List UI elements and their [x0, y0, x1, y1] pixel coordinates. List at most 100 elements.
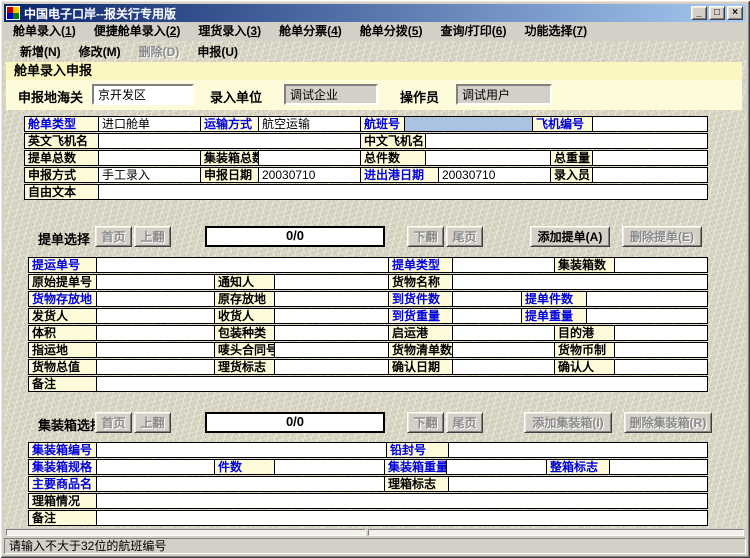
- client-area: 新增(N) 修改(M) 删除(D) 申报(U) 舱单录入申报 申报地海关 京开发…: [4, 41, 746, 528]
- field-value[interactable]: [452, 258, 554, 272]
- toolbar-modify-button[interactable]: 修改(M): [79, 43, 121, 60]
- minimize-button[interactable]: _: [691, 6, 707, 20]
- field-value[interactable]: [96, 275, 214, 289]
- field-value[interactable]: [274, 360, 388, 374]
- bol-selector-label: 提单选择: [38, 229, 90, 248]
- page-title: 舱单录入申报: [6, 62, 742, 80]
- menu-item-text: 功能选择(: [524, 24, 576, 38]
- field-label: 铅封号: [386, 443, 448, 457]
- field-value[interactable]: [96, 460, 214, 474]
- bol-first-button[interactable]: 首页: [95, 226, 132, 247]
- field-value[interactable]: [274, 309, 388, 323]
- field-value[interactable]: [452, 343, 554, 357]
- field-value[interactable]: [274, 326, 388, 340]
- bol-next-button[interactable]: 下翻: [407, 226, 444, 247]
- field-value[interactable]: [96, 511, 707, 525]
- add-container-button[interactable]: 添加集装箱(I): [524, 412, 612, 433]
- add-bol-button[interactable]: 添加提单(A): [530, 226, 610, 247]
- menu-item-manifest-entry[interactable]: 舱单录入(1): [4, 22, 85, 41]
- status-bar-top: [4, 529, 746, 537]
- field-value[interactable]: [96, 360, 214, 374]
- field-value[interactable]: [452, 275, 707, 289]
- field-value[interactable]: [274, 343, 388, 357]
- field-value[interactable]: [592, 168, 707, 182]
- field-value[interactable]: [609, 460, 707, 474]
- container-prev-button[interactable]: 上翻: [134, 412, 171, 433]
- field-value[interactable]: [425, 151, 550, 165]
- field-value[interactable]: [274, 292, 388, 306]
- field-value[interactable]: 20030710: [438, 168, 550, 182]
- table-row: 备注: [28, 376, 708, 392]
- menu-item-manifest-split[interactable]: 舱单分票(4): [270, 22, 351, 41]
- toolbar-new-button[interactable]: 新增(N): [20, 43, 61, 60]
- menu-item-query-print[interactable]: 查询/打印(6): [431, 22, 515, 41]
- field-value[interactable]: [98, 134, 360, 148]
- field-value[interactable]: [448, 477, 707, 491]
- field-value[interactable]: [96, 258, 388, 272]
- field-value[interactable]: [446, 460, 546, 474]
- container-first-button[interactable]: 首页: [95, 412, 132, 433]
- field-value[interactable]: [98, 151, 200, 165]
- field-value[interactable]: [586, 309, 707, 323]
- field-value[interactable]: [96, 309, 214, 323]
- field-value[interactable]: 手工录入: [98, 168, 200, 182]
- field-value[interactable]: [96, 377, 707, 391]
- field-value[interactable]: [98, 185, 707, 199]
- field-value[interactable]: [452, 309, 521, 323]
- toolbar-delete-button[interactable]: 删除(D): [139, 43, 180, 60]
- field-value[interactable]: 航空运输: [258, 117, 360, 131]
- field-value[interactable]: [592, 151, 707, 165]
- maximize-button[interactable]: □: [709, 6, 725, 20]
- bol-last-button[interactable]: 尾页: [446, 226, 483, 247]
- menu-item-text: ): [338, 24, 342, 38]
- window-title: 中国电子口岸--报关行专用版: [24, 5, 176, 22]
- bol-prev-button[interactable]: 上翻: [134, 226, 171, 247]
- close-button[interactable]: ×: [727, 6, 743, 20]
- field-label: 运输方式: [200, 117, 258, 131]
- field-label: 唛头合同号: [214, 343, 274, 357]
- toolbar-declare-button[interactable]: 申报(U): [197, 43, 238, 60]
- field-value[interactable]: [96, 477, 384, 491]
- field-value[interactable]: [614, 258, 707, 272]
- field-value[interactable]: 进口舱单: [98, 117, 200, 131]
- field-value[interactable]: [274, 460, 384, 474]
- header-fields: 申报地海关 京开发区 录入单位 调试企业 操作员 调试用户: [6, 80, 742, 110]
- delete-container-button[interactable]: 删除集装箱(R): [624, 412, 712, 433]
- field-value[interactable]: [586, 292, 707, 306]
- menu-item-tally-entry[interactable]: 理货录入(3): [189, 22, 270, 41]
- menu-item-quick-manifest-entry[interactable]: 便捷舱单录入(2): [85, 22, 190, 41]
- field-value[interactable]: [614, 326, 707, 340]
- container-next-button[interactable]: 下翻: [407, 412, 444, 433]
- container-page-counter[interactable]: 0/0: [205, 412, 385, 433]
- field-label: 原存放地: [214, 292, 274, 306]
- menu-item-text: ): [502, 24, 506, 38]
- field-value[interactable]: [425, 134, 707, 148]
- field-value[interactable]: [404, 117, 532, 131]
- field-value[interactable]: [96, 292, 214, 306]
- field-value[interactable]: [258, 151, 360, 165]
- bol-page-counter[interactable]: 0/0: [205, 226, 385, 247]
- field-value[interactable]: [96, 443, 386, 457]
- table-row: 主要商品名理箱标志: [28, 476, 708, 492]
- customs-input[interactable]: 京开发区: [92, 84, 194, 105]
- menu-item-manifest-dispatch[interactable]: 舱单分拨(5): [351, 22, 432, 41]
- delete-bol-button[interactable]: 删除提单(E): [622, 226, 702, 247]
- field-label: 指运地: [29, 343, 96, 357]
- field-value[interactable]: [452, 292, 521, 306]
- field-value[interactable]: [592, 117, 707, 131]
- field-value[interactable]: [96, 494, 707, 508]
- field-value[interactable]: [452, 360, 554, 374]
- field-value[interactable]: [614, 343, 707, 357]
- field-label: 集装箱编号: [29, 443, 96, 457]
- field-value[interactable]: [96, 343, 214, 357]
- field-value[interactable]: [96, 326, 214, 340]
- field-value[interactable]: 20030710: [258, 168, 360, 182]
- field-value[interactable]: [448, 443, 707, 457]
- field-value[interactable]: [274, 275, 388, 289]
- field-value[interactable]: [452, 326, 554, 340]
- menu-item-function-select[interactable]: 功能选择(7): [515, 22, 596, 41]
- field-value[interactable]: [614, 360, 707, 374]
- field-label: 英文飞机名: [25, 134, 98, 148]
- menu-item-text: 便捷舱单录入(: [94, 24, 170, 38]
- container-last-button[interactable]: 尾页: [446, 412, 483, 433]
